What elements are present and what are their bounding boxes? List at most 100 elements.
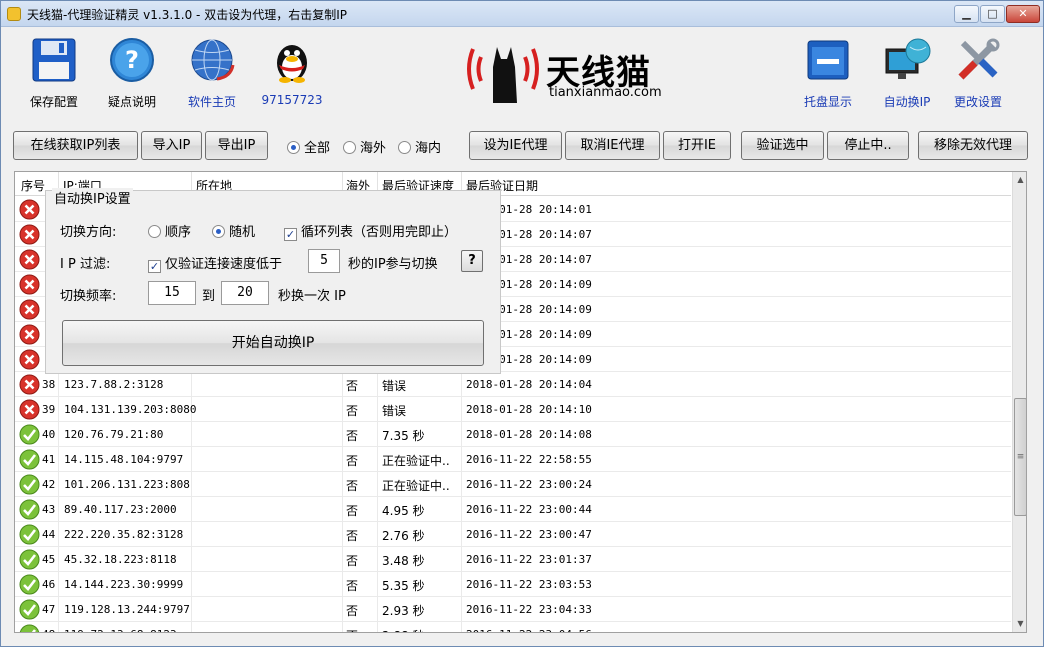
tray-label: 托盘显示 [803,95,852,109]
cell-date: 2018-01-28 20:14:10 [466,403,592,416]
set-ie-proxy-button[interactable]: 设为IE代理 [469,131,562,160]
auto-switch-button[interactable]: 自动换IP [871,31,943,113]
checkmark-ok-icon [19,624,40,632]
error-x-icon [19,299,40,320]
seq-label: 顺序 [165,225,192,240]
cell-foreign: 否 [346,404,359,418]
cell-speed: 4.95 秒 [382,504,425,518]
verify-selected-button[interactable]: 验证选中 [741,131,824,160]
vertical-scrollbar[interactable]: ▲ ≡ ▼ [1012,172,1026,632]
header-no[interactable]: 序号 [21,177,45,194]
cell-date: 2016-11-22 23:04:56 [466,628,592,632]
start-auto-switch-button[interactable]: 开始自动换IP [62,320,484,366]
title-bar: 天线猫-代理验证精灵 v1.3.1.0 - 双击设为代理，右击复制IP ▁ □ … [1,1,1043,27]
freq-to: 到 [202,285,215,304]
table-row[interactable]: 43 89.40.117.23:2000 否 4.95 秒 2016-11-22 23:… [15,497,1011,522]
cell-no: 46 [42,578,56,591]
cell-ip: 89.40.117.23:2000 [64,503,177,516]
only-fast-checkbox[interactable]: ✓ 仅验证连接速度低于 [148,253,282,273]
homepage-button[interactable]: 软件主页 [177,31,247,113]
filter-suffix-label: 秒的IP参与切换 [348,257,438,272]
auto-ip-legend: 自动换IP设置 [52,188,133,207]
cell-date: 2016-11-22 22:58:55 [466,453,592,466]
settings-button[interactable]: 更改设置 [945,31,1011,113]
floppy-disk-icon [32,38,76,82]
fetch-online-button[interactable]: 在线获取IP列表 [13,131,138,160]
cell-foreign: 否 [346,429,359,443]
help-button[interactable]: ? 疑点说明 [97,31,167,113]
error-x-icon [19,199,40,220]
freq-min-input[interactable]: 15 [148,281,196,305]
qq-label: 97157723 [261,93,323,107]
radio-empty-icon [398,141,411,154]
filter-domestic-radio[interactable]: 海内 [398,137,441,156]
cell-ip: 123.7.88.2:3128 [64,378,164,391]
filter-domestic-label: 海内 [415,141,442,156]
open-ie-button[interactable]: 打开IE [663,131,731,160]
random-radio[interactable]: 随机 [212,221,255,240]
filter-all-label: 全部 [304,141,331,156]
random-label: 随机 [229,225,256,240]
cell-foreign: 否 [346,529,359,543]
cell-foreign: 否 [346,504,359,518]
table-row[interactable]: 41 14.115.48.104:9797 否 正在验证中.. 2016-11-22 2… [15,447,1011,472]
export-ip-button[interactable]: 导出IP [205,131,268,160]
cell-speed: 5.35 秒 [382,579,425,593]
error-x-icon [19,224,40,245]
cell-speed: 7.35 秒 [382,429,425,443]
cell-no: 42 [42,478,56,491]
globe-icon [191,39,235,81]
table-row[interactable]: 45 45.32.18.223:8118 否 3.48 秒 2016-11-22 23:… [15,547,1011,572]
table-row[interactable]: 47 119.128.13.244:9797 否 2.93 秒 2016-11-22 2… [15,597,1011,622]
scroll-up-arrow[interactable]: ▲ [1013,172,1026,188]
seq-radio[interactable]: 顺序 [148,221,191,240]
table-row[interactable]: 44 222.220.35.82:3128 否 2.76 秒 2016-11-22 23… [15,522,1011,547]
cell-foreign: 否 [346,627,358,632]
error-x-icon [19,324,40,345]
table-row[interactable]: 38 123.7.88.2:3128 否 错误 2018-01-28 20:14:04 [15,372,1011,397]
checkmark-ok-icon [19,574,40,595]
table-row[interactable]: 48 119.72.13.68:8123 否 2.88 秒 2016-11-22 23:… [15,622,1011,632]
cell-date: 2016-11-22 23:04:33 [466,603,592,616]
scroll-thumb[interactable]: ≡ [1014,398,1026,516]
import-ip-button[interactable]: 导入IP [141,131,202,160]
scroll-down-arrow[interactable]: ▼ [1013,616,1026,632]
cell-speed: 2.93 秒 [382,604,425,618]
checkmark-ok-icon [19,499,40,520]
seconds-input[interactable]: 5 [308,249,340,273]
save-config-button[interactable]: 保存配置 [19,31,89,113]
ip-filter-label: I P 过滤: [60,257,111,272]
remove-invalid-button[interactable]: 移除无效代理 [918,131,1028,160]
homepage-label: 软件主页 [187,95,236,109]
filter-help-button[interactable]: ? [461,250,483,272]
cell-foreign: 否 [346,379,359,393]
table-row[interactable]: 40 120.76.79.21:80 否 7.35 秒 2018-01-28 20:14… [15,422,1011,447]
error-x-icon [19,249,40,270]
minimize-button[interactable]: ▁ [954,5,979,23]
radio-selected-icon [212,225,225,238]
cell-ip: 14.144.223.30:9999 [64,578,184,591]
table-row[interactable]: 42 101.206.131.223:808 否 正在验证中.. 2016-11-22 … [15,472,1011,497]
cancel-ie-proxy-button[interactable]: 取消IE代理 [565,131,660,160]
filter-suffix: 秒的IP参与切换 [348,253,438,272]
filter-foreign-radio[interactable]: 海外 [343,137,386,156]
cell-date: 2018-01-28 20:14:04 [466,378,592,391]
table-row[interactable]: 46 14.144.223.30:9999 否 5.35 秒 2016-11-22 23… [15,572,1011,597]
qq-button[interactable]: 97157723 [257,31,327,113]
cell-foreign: 否 [346,604,359,618]
loop-checkbox[interactable]: ✓ 循环列表（否则用完即止） [284,221,457,241]
maximize-button[interactable]: □ [980,5,1005,23]
cell-no: 43 [42,503,56,516]
cell-speed: 3.48 秒 [382,554,425,568]
direction-label: 切换方向: [60,225,117,240]
close-button[interactable]: ✕ [1006,5,1040,23]
stop-button[interactable]: 停止中.. [827,131,909,160]
freq-max-input[interactable]: 20 [221,281,269,305]
freq-suffix-label: 秒换一次 IP [278,289,346,304]
cell-speed: 错误 [382,404,407,418]
filter-all-radio[interactable]: 全部 [287,137,330,156]
freq-to-label: 到 [202,289,216,304]
table-row[interactable]: 39 104.131.139.203:8080 否 错误 2018-01-28 20:1… [15,397,1011,422]
tray-button[interactable]: 托盘显示 [793,31,863,113]
cell-speed: 2.88 秒 [382,627,425,632]
